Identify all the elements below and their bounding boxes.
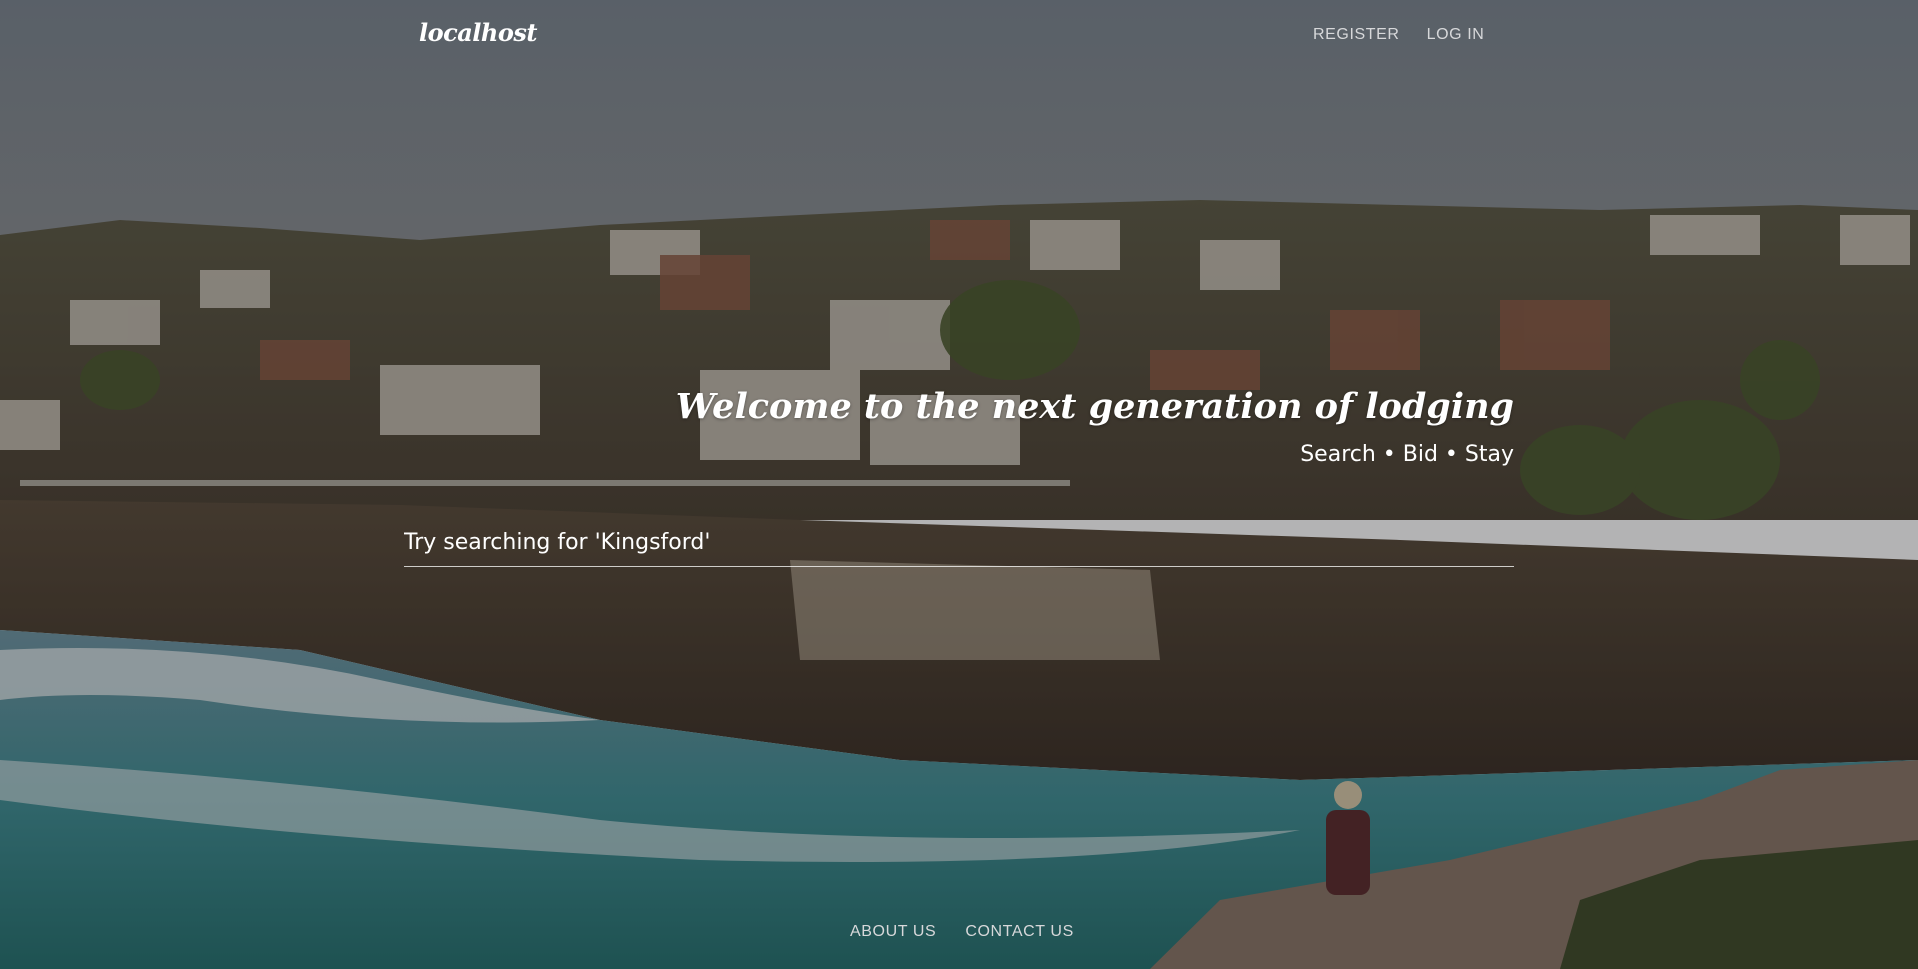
contact-us-link[interactable]: CONTACT US — [965, 923, 1074, 941]
nav-links: REGISTER LOG IN — [1313, 26, 1484, 44]
navbar: localhost REGISTER LOG IN — [0, 0, 1918, 72]
brand-logo-link[interactable]: localhost — [419, 18, 537, 47]
footer-links: ABOUT US CONTACT US — [850, 923, 1074, 941]
login-link[interactable]: LOG IN — [1427, 26, 1485, 44]
about-us-link[interactable]: ABOUT US — [850, 923, 936, 941]
hero-subtitle: Search • Bid • Stay — [1300, 442, 1514, 467]
search-bar — [404, 522, 1514, 567]
register-link[interactable]: REGISTER — [1313, 26, 1400, 44]
search-input[interactable] — [404, 522, 1514, 562]
background-dim-overlay — [0, 0, 1918, 969]
hero-title: Welcome to the next generation of lodgin… — [675, 386, 1514, 427]
